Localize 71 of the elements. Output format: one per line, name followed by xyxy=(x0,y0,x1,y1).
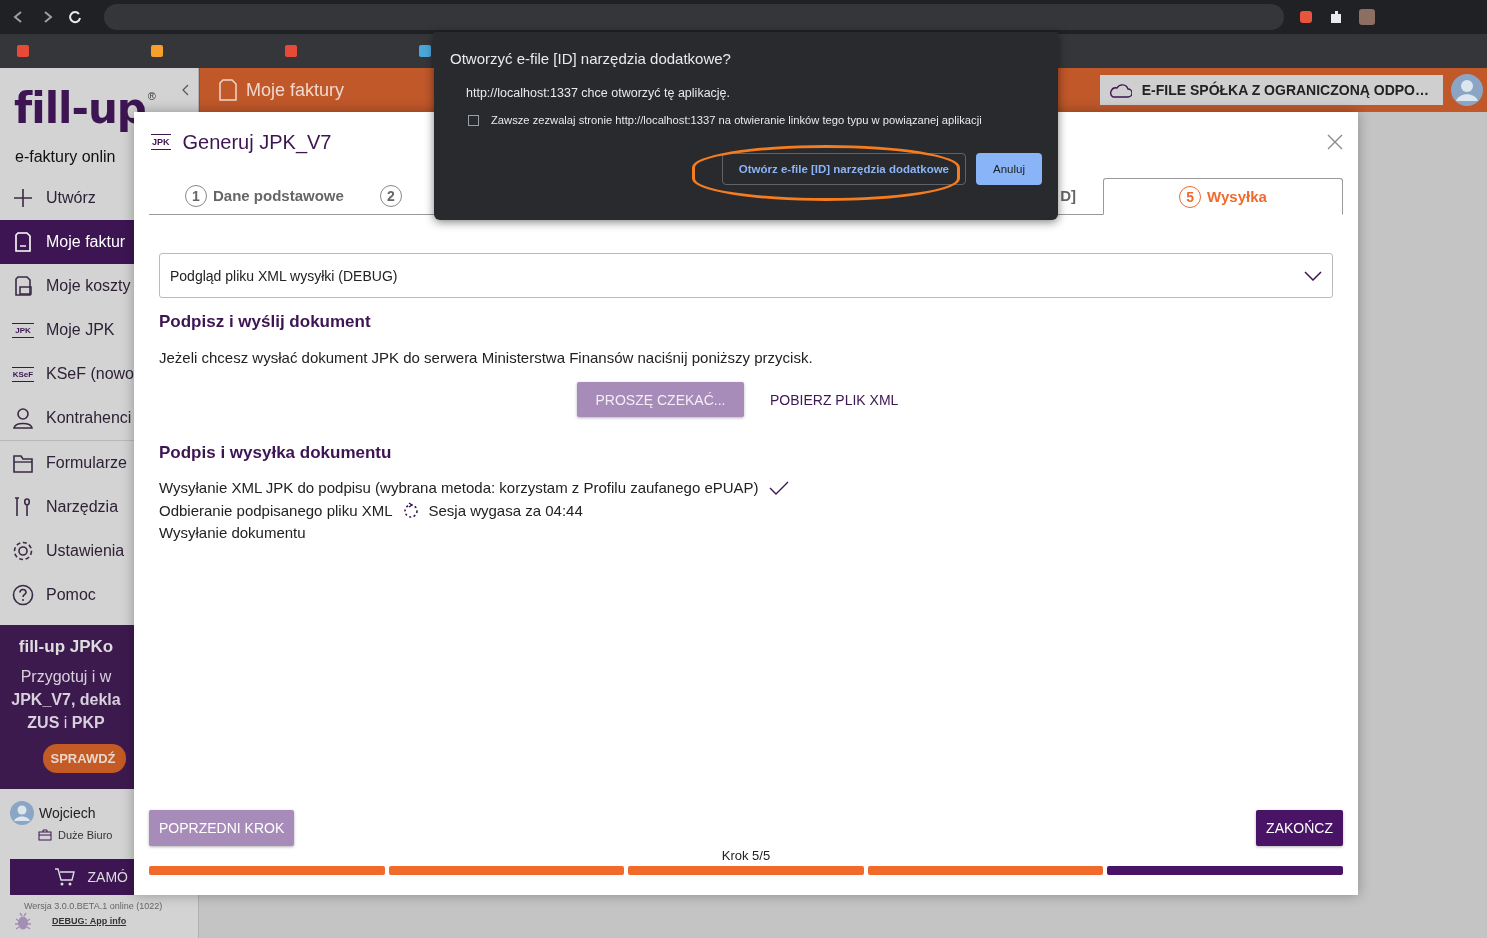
promo-text: ZUS i PKP xyxy=(27,713,105,733)
nav-item[interactable]: Moje koszty xyxy=(0,264,134,308)
open-app-button[interactable]: Otwórz e-file [ID] narzędzia dodatkowe xyxy=(721,153,966,185)
nav-item[interactable]: Moje faktur xyxy=(0,220,134,264)
chevron-left-icon[interactable] xyxy=(181,84,189,96)
bookmark-icon[interactable] xyxy=(284,44,298,58)
logo: fill-up xyxy=(14,86,146,132)
promo-text: Przygotuj i w xyxy=(20,667,112,687)
plus-icon xyxy=(12,187,34,209)
section-heading: Podpisz i wyślij dokument xyxy=(158,312,372,332)
extension-icon[interactable] xyxy=(1298,9,1314,25)
status-text: Wysyłanie XML JPK do podpisu (wybrana metoda: korzystam z Profilu zaufanego ePUAP) xyxy=(159,479,759,496)
checkbox[interactable] xyxy=(468,114,479,126)
user-name: Wojciech xyxy=(39,805,96,821)
person-icon xyxy=(12,407,34,429)
status-text: Odbieranie podpisanego pliku XML xyxy=(159,501,393,519)
cart-icon xyxy=(53,867,76,887)
nav-item[interactable]: KSeF KSeF (nowo xyxy=(0,352,134,396)
chevron-down-icon xyxy=(1304,270,1322,281)
preview-dropdown[interactable]: Podgląd pliku XML wysyłki (DEBUG) xyxy=(159,253,1333,298)
avatar-icon xyxy=(10,801,34,825)
bug-icon xyxy=(14,911,32,931)
version-text: Wersja 3.0.0.BETA.1 online (1022) xyxy=(23,900,164,911)
reload-icon[interactable] xyxy=(68,10,82,24)
debug-link[interactable]: DEBUG: App info xyxy=(52,916,127,926)
bookmark-icon[interactable] xyxy=(418,44,432,58)
nav-item[interactable]: Narzędzia xyxy=(0,485,134,529)
promo-text: JPK_V7, dekla xyxy=(11,690,121,710)
close-icon[interactable] xyxy=(1327,134,1343,150)
bookmark-icon[interactable] xyxy=(16,44,30,58)
nav-item[interactable]: Utwórz xyxy=(0,176,134,220)
spinner-icon xyxy=(402,501,419,519)
download-link[interactable]: POBIERZ PLIK XML xyxy=(770,391,899,408)
cloud-icon xyxy=(1107,82,1132,98)
step-tab[interactable]: 1 Dane podstawowe xyxy=(149,177,344,214)
order-button[interactable]: ZAMÓ xyxy=(10,859,134,895)
page-title: Moje faktury xyxy=(246,79,345,101)
section-heading: Podpis i wysyłka dokumentu xyxy=(158,443,393,463)
avatar-icon[interactable] xyxy=(1451,74,1483,106)
plan-name: Duże Biuro xyxy=(58,829,113,841)
finish-button[interactable]: ZAKOŃCZ xyxy=(1256,810,1343,846)
description-text: Jeżeli chcesz wysłać dokument JPK do serwera Ministerstwa Finansów naciśnij poniższy przycisk. xyxy=(158,348,814,366)
cancel-button[interactable]: Anuluj xyxy=(976,153,1042,185)
status-text: Wysyłanie dokumentu xyxy=(159,524,306,541)
nav-item[interactable]: Formularze xyxy=(0,441,134,485)
dialog-message: http://localhost:1337 chce otworzyć tę aplikację. xyxy=(465,86,732,100)
company-selector[interactable]: E-FILE SPÓŁKA Z OGRANICZONĄ ODPO… xyxy=(1099,75,1443,105)
document-icon xyxy=(12,231,34,253)
folder-icon xyxy=(12,452,34,474)
step-caption: Krok 5/5 xyxy=(720,848,772,865)
step-tab[interactable]: D] xyxy=(1060,177,1076,214)
checkbox-label: Zawsze zezwalaj stronie http://localhost:1337 na otwieranie linków tego typu w powiązanej aplikacji xyxy=(491,114,982,126)
nav-item[interactable]: Kontrahenci xyxy=(0,396,134,440)
document-icon xyxy=(218,79,238,101)
nav-item[interactable]: Ustawienia xyxy=(0,529,134,573)
session-timer: Sesja wygasa za 04:44 xyxy=(428,501,583,519)
help-icon xyxy=(12,584,34,606)
dialog-title: Otworzyć e-file [ID] narzędzia dodatkowe? xyxy=(450,50,732,67)
briefcase-icon xyxy=(38,829,52,841)
bookmark-icon[interactable] xyxy=(150,44,164,58)
settings-icon xyxy=(12,540,34,562)
tagline: e-faktury onlin xyxy=(15,148,116,166)
profile-icon[interactable] xyxy=(1358,8,1376,26)
registered-mark: ® xyxy=(147,90,156,102)
document-icon xyxy=(12,275,34,297)
modal-title: Generuj JPK_V7 xyxy=(182,130,333,154)
check-icon xyxy=(768,480,789,495)
nav-item[interactable]: JPK Moje JPK xyxy=(0,308,134,352)
step-tab[interactable]: 2 xyxy=(343,177,402,214)
promo-title: fill-up JPKo xyxy=(18,637,114,657)
nav-item[interactable]: Pomoc xyxy=(0,573,134,617)
